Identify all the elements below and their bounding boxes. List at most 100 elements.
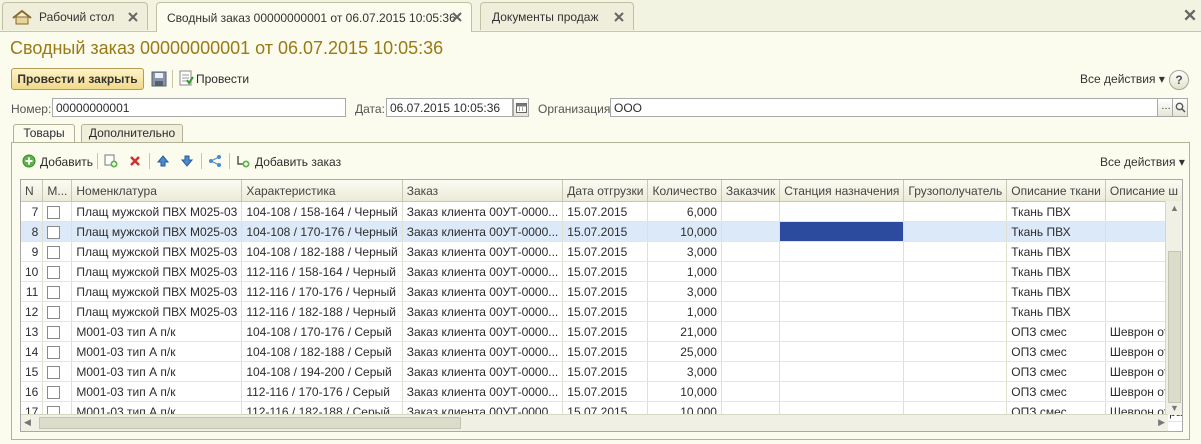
row-checkbox[interactable]	[47, 345, 61, 359]
table-cell[interactable]: Плащ мужской ПВХ М025-03	[71, 201, 243, 222]
mark-checkbox-cell[interactable]	[42, 301, 73, 322]
table-cell[interactable]: 104-108 / 194-200 / Серый	[241, 361, 403, 382]
table-cell[interactable]: 3,000	[647, 241, 722, 262]
table-cell[interactable]: Плащ мужской ПВХ М025-03	[71, 261, 243, 282]
table-cell[interactable]: 13	[21, 321, 44, 342]
table-row[interactable]: 8 Плащ мужской ПВХ М025-03 104-108 / 170-1…	[21, 221, 1182, 242]
table-cell[interactable]: 10,000	[647, 221, 722, 242]
row-checkbox[interactable]	[47, 385, 61, 399]
mark-checkbox-cell[interactable]	[42, 201, 73, 222]
table-cell[interactable]	[779, 241, 905, 262]
row-checkbox[interactable]	[47, 205, 61, 219]
table-cell[interactable]: Заказ клиента 00УТ-0000...	[402, 321, 564, 342]
table-cell[interactable]: М001-03 тип А п/к	[71, 361, 243, 382]
column-header[interactable]: Заказчик	[721, 180, 781, 202]
table-cell[interactable]: ОПЗ смес	[1006, 321, 1106, 342]
table-cell[interactable]: 12	[21, 301, 44, 322]
mark-checkbox-cell[interactable]	[42, 261, 73, 282]
row-checkbox[interactable]	[47, 245, 61, 259]
table-cell[interactable]: Плащ мужской ПВХ М025-03	[71, 221, 243, 242]
open-organization-button[interactable]	[1172, 98, 1188, 117]
table-cell[interactable]: Заказ клиента 00УТ-0000...	[402, 361, 564, 382]
table-cell[interactable]: Заказ клиента 00УТ-0000...	[402, 201, 564, 222]
goods-table[interactable]: N М... Номенклатура Характеристика Заказ Дата…	[20, 179, 1183, 432]
column-header[interactable]: Грузополучатель	[903, 180, 1008, 202]
mark-checkbox-cell[interactable]	[42, 361, 73, 382]
table-cell[interactable]: 15.07.2015	[562, 301, 649, 322]
table-cell[interactable]: 15.07.2015	[562, 361, 649, 382]
all-actions-menu[interactable]: Все действия ▾	[1080, 72, 1165, 86]
table-cell[interactable]	[721, 341, 781, 362]
tab-summary-order[interactable]: Сводный заказ 00000000001 от 06.07.2015 …	[156, 2, 472, 32]
table-row[interactable]: 9 Плащ мужской ПВХ М025-03 104-108 / 182-1…	[21, 241, 1182, 262]
tab-desktop[interactable]: Рабочий стол	[2, 2, 148, 30]
table-cell[interactable]: 15.07.2015	[562, 381, 649, 402]
table-cell[interactable]: 104-108 / 158-164 / Черный	[241, 201, 403, 222]
scroll-right-icon[interactable]: ▶	[1158, 417, 1165, 428]
organization-field[interactable]: ООО	[610, 98, 1158, 117]
table-cell[interactable]	[903, 381, 1008, 402]
table-cell[interactable]: 15	[21, 361, 44, 382]
add-order-icon[interactable]	[236, 154, 250, 168]
table-row[interactable]: 7 Плащ мужской ПВХ М025-03 104-108 / 158-1…	[21, 201, 1182, 222]
table-cell[interactable]: Ткань ПВХ	[1006, 221, 1106, 242]
table-cell[interactable]	[779, 201, 905, 222]
table-row[interactable]: 15 М001-03 тип А п/к 104-108 / 194-200 / С…	[21, 361, 1182, 382]
row-checkbox[interactable]	[47, 225, 61, 239]
table-row[interactable]: 13 М001-03 тип А п/к 104-108 / 170-176 / С…	[21, 321, 1182, 342]
table-cell[interactable]: Заказ клиента 00УТ-0000...	[402, 281, 564, 302]
table-cell[interactable]	[779, 221, 905, 242]
table-cell[interactable]: 112-116 / 158-164 / Черный	[241, 261, 403, 282]
table-cell[interactable]: 21,000	[647, 321, 722, 342]
add-order-button[interactable]: Добавить заказ	[255, 155, 341, 169]
table-cell[interactable]: М001-03 тип А п/к	[71, 341, 243, 362]
mark-checkbox-cell[interactable]	[42, 341, 73, 362]
table-cell[interactable]: Плащ мужской ПВХ М025-03	[71, 301, 243, 322]
table-cell[interactable]: 6,000	[647, 201, 722, 222]
column-header[interactable]: Характеристика	[241, 180, 403, 202]
delete-icon[interactable]	[128, 154, 142, 168]
scroll-up-icon[interactable]: ▲	[1170, 203, 1179, 213]
column-header[interactable]: М...	[42, 180, 73, 202]
table-cell[interactable]: 16	[21, 381, 44, 402]
table-cell[interactable]: Ткань ПВХ	[1006, 201, 1106, 222]
row-checkbox[interactable]	[47, 265, 61, 279]
help-button[interactable]: ?	[1169, 70, 1189, 90]
table-cell[interactable]: М001-03 тип А п/к	[71, 321, 243, 342]
table-cell[interactable]: Плащ мужской ПВХ М025-03	[71, 241, 243, 262]
share-icon[interactable]	[208, 154, 222, 168]
table-cell[interactable]	[779, 301, 905, 322]
mark-checkbox-cell[interactable]	[42, 381, 73, 402]
row-checkbox[interactable]	[47, 365, 61, 379]
column-header[interactable]: Станция назначения	[779, 180, 905, 202]
date-field[interactable]: 06.07.2015 10:05:36	[386, 98, 513, 117]
table-cell[interactable]: 104-108 / 170-176 / Черный	[241, 221, 403, 242]
tab-goods[interactable]: Товары	[13, 124, 75, 143]
table-cell[interactable]: 15.07.2015	[562, 221, 649, 242]
column-header[interactable]: Количество	[647, 180, 722, 202]
close-icon[interactable]	[451, 11, 463, 23]
table-cell[interactable]	[721, 281, 781, 302]
table-cell[interactable]: 15.07.2015	[562, 321, 649, 342]
table-cell[interactable]	[903, 361, 1008, 382]
table-cell[interactable]	[903, 341, 1008, 362]
table-cell[interactable]: ОПЗ смес	[1006, 361, 1106, 382]
table-cell[interactable]	[721, 301, 781, 322]
table-cell[interactable]	[779, 381, 905, 402]
column-header[interactable]: N	[21, 180, 44, 202]
table-cell[interactable]	[721, 201, 781, 222]
table-cell[interactable]: 15.07.2015	[562, 241, 649, 262]
table-cell[interactable]: 112-116 / 170-176 / Черный	[241, 281, 403, 302]
table-cell[interactable]: 10,000	[647, 381, 722, 402]
table-cell[interactable]: 15.07.2015	[562, 341, 649, 362]
table-cell[interactable]	[721, 381, 781, 402]
save-icon[interactable]	[151, 71, 167, 87]
scroll-left-icon[interactable]: ◀	[24, 417, 31, 428]
move-down-icon[interactable]	[180, 154, 194, 168]
table-row[interactable]: 10 Плащ мужской ПВХ М025-03 112-116 / 158-…	[21, 261, 1182, 282]
table-cell[interactable]: Ткань ПВХ	[1006, 241, 1106, 262]
table-cell[interactable]	[721, 321, 781, 342]
table-cell[interactable]: Заказ клиента 00УТ-0000...	[402, 301, 564, 322]
table-cell[interactable]: 15.07.2015	[562, 201, 649, 222]
post-and-close-button[interactable]: Провести и закрыть	[11, 68, 144, 90]
